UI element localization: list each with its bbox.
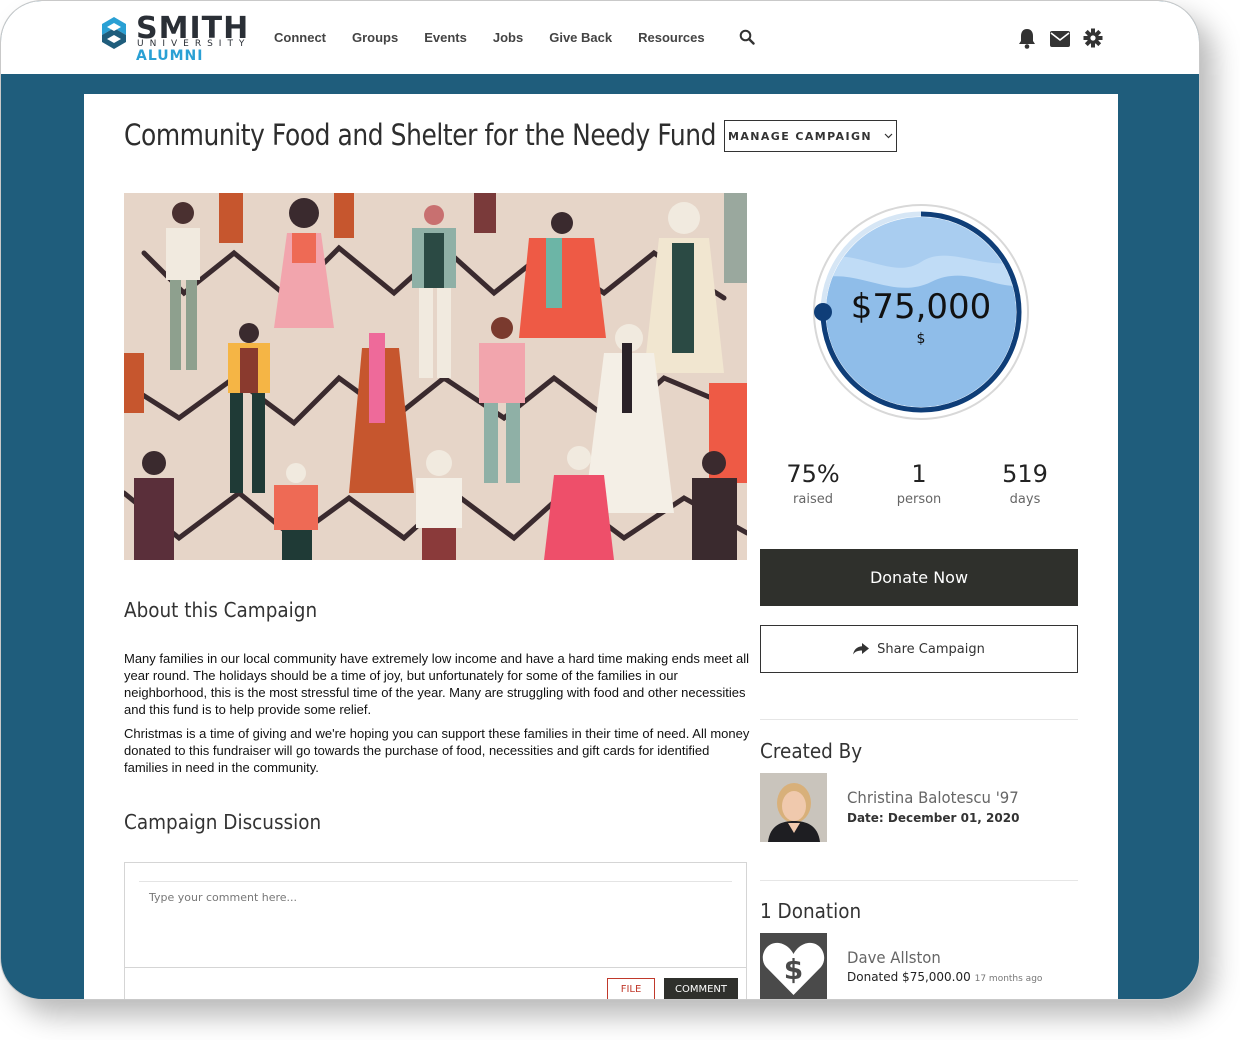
divider bbox=[760, 880, 1078, 881]
stat-raised-label: raised bbox=[793, 492, 833, 507]
discussion-heading: Campaign Discussion bbox=[124, 810, 322, 834]
file-attach-button[interactable]: FILE bbox=[607, 978, 655, 999]
chevron-down-icon bbox=[884, 133, 893, 139]
gear-icon[interactable] bbox=[1083, 28, 1103, 48]
creator-photo bbox=[760, 773, 827, 842]
heart-dollar-icon: $ bbox=[760, 933, 827, 999]
nav-jobs[interactable]: Jobs bbox=[493, 30, 523, 45]
donation-time-ago: 17 months ago bbox=[974, 974, 1043, 984]
creator-date: Date: December 01, 2020 bbox=[847, 811, 1020, 825]
people-holding-hands-illustration bbox=[124, 193, 747, 560]
about-heading: About this Campaign bbox=[124, 598, 318, 622]
svg-text:$: $ bbox=[784, 953, 803, 986]
divider bbox=[760, 719, 1078, 720]
share-campaign-button[interactable]: Share Campaign bbox=[760, 625, 1078, 673]
user-toolbar bbox=[1017, 27, 1103, 49]
about-paragraph: Christmas is a time of giving and we're … bbox=[124, 726, 750, 775]
nav-connect[interactable]: Connect bbox=[274, 30, 326, 45]
donation-amount: Donated $75,000.00 bbox=[847, 970, 971, 984]
donation-progress-gauge: $75,000 $ bbox=[813, 204, 1029, 420]
goal-unit: $ bbox=[917, 331, 926, 347]
creator-avatar[interactable] bbox=[760, 773, 827, 842]
creator-name[interactable]: Christina Balotescu '97 bbox=[847, 788, 1019, 807]
bell-icon[interactable] bbox=[1017, 27, 1037, 49]
nav-groups[interactable]: Groups bbox=[352, 30, 398, 45]
nav-resources[interactable]: Resources bbox=[638, 30, 704, 45]
main-nav: Connect Groups Events Jobs Give Back Res… bbox=[274, 30, 731, 45]
gauge-progress-knob bbox=[814, 303, 832, 321]
divider bbox=[125, 967, 746, 968]
stat-donors: 1 person bbox=[866, 460, 972, 507]
campaign-panel: Community Food and Shelter for the Needy… bbox=[84, 94, 1118, 999]
goal-amount: $75,000 bbox=[851, 287, 992, 327]
search-icon[interactable] bbox=[739, 29, 755, 45]
about-paragraph: Many families in our local community hav… bbox=[124, 651, 750, 717]
donor-name[interactable]: Dave Allston bbox=[847, 948, 941, 967]
nav-events[interactable]: Events bbox=[424, 30, 467, 45]
top-nav-bar: SMITH UNIVERSITY ALUMNI Connect Groups E… bbox=[1, 1, 1199, 74]
stat-days-label: days bbox=[1009, 492, 1041, 507]
share-campaign-label: Share Campaign bbox=[877, 641, 985, 657]
comment-submit-button[interactable]: COMMENT bbox=[664, 978, 738, 999]
stat-raised-value: 75% bbox=[786, 460, 840, 488]
stat-donors-value: 1 bbox=[911, 460, 927, 488]
campaign-hero-image bbox=[124, 193, 747, 560]
comment-input[interactable]: Type your comment here... bbox=[149, 891, 297, 904]
nav-give-back[interactable]: Give Back bbox=[549, 30, 612, 45]
stat-raised: 75% raised bbox=[760, 460, 866, 507]
donations-heading: 1 Donation bbox=[760, 899, 862, 923]
about-body: Many families in our local community hav… bbox=[124, 650, 750, 783]
comment-composer: Type your comment here... FILE COMMENT bbox=[124, 862, 747, 999]
manage-campaign-button[interactable]: MANAGE CAMPAIGN bbox=[724, 120, 897, 152]
donation-detail: Donated $75,000.00 17 months ago bbox=[847, 970, 1042, 984]
created-by-heading: Created By bbox=[760, 739, 863, 763]
stat-days: 519 days bbox=[972, 460, 1078, 507]
campaign-stats: 75% raised 1 person 519 days bbox=[760, 460, 1078, 507]
mail-icon[interactable] bbox=[1049, 29, 1071, 49]
manage-campaign-label: MANAGE CAMPAIGN bbox=[728, 129, 872, 143]
divider bbox=[139, 881, 732, 882]
browser-frame: SMITH UNIVERSITY ALUMNI Connect Groups E… bbox=[0, 0, 1200, 1000]
donate-now-button[interactable]: Donate Now bbox=[760, 549, 1078, 606]
stat-days-value: 519 bbox=[1002, 460, 1048, 488]
logo-alumni-text: ALUMNI bbox=[136, 48, 204, 64]
share-arrow-icon bbox=[853, 643, 870, 655]
smith-alumni-logo[interactable]: SMITH UNIVERSITY ALUMNI bbox=[96, 11, 248, 65]
donor-avatar: $ bbox=[760, 933, 827, 999]
page-title: Community Food and Shelter for the Needy… bbox=[124, 118, 717, 152]
stat-donors-label: person bbox=[896, 492, 942, 507]
logo-mark-icon bbox=[102, 17, 126, 49]
